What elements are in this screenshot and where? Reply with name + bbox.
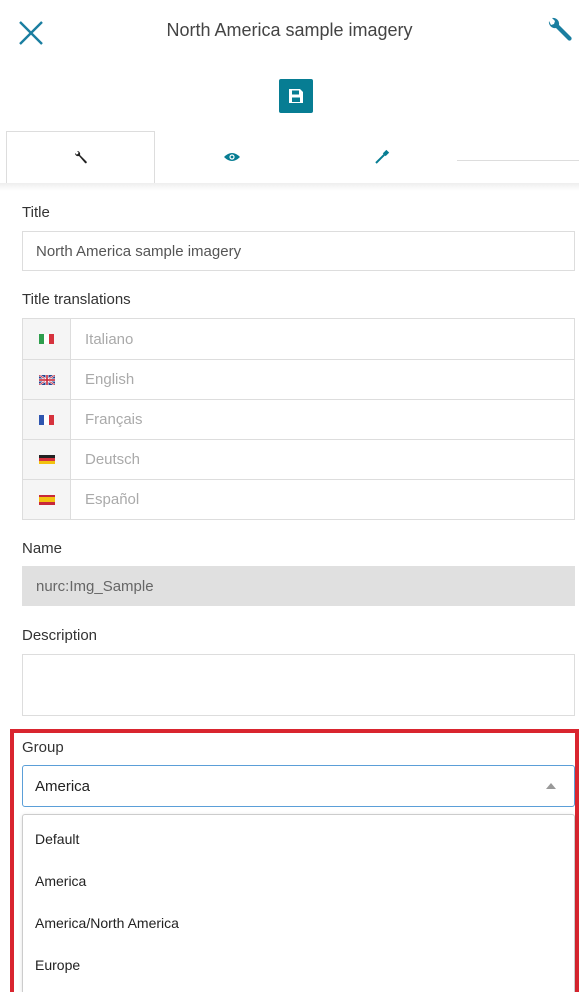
spain-flag-icon [38, 494, 55, 505]
description-textarea[interactable] [22, 654, 575, 716]
group-option-default[interactable]: Default [23, 818, 574, 860]
translation-row-english: English [23, 359, 574, 399]
settings-button[interactable] [541, 12, 577, 48]
translation-input-spanish[interactable]: Español [71, 480, 574, 519]
group-select[interactable]: America [22, 765, 575, 807]
germany-flag-icon [38, 454, 55, 465]
group-option-europe[interactable]: Europe [23, 944, 574, 986]
name-field: nurc:Img_Sample [22, 566, 575, 606]
name-label: Name [22, 540, 63, 557]
group-option-america-north-america[interactable]: America/North America [23, 902, 574, 944]
description-label: Description [22, 627, 98, 644]
group-select-value: America [35, 777, 91, 795]
tab-style[interactable] [307, 131, 457, 183]
floppy-disk-icon [289, 89, 303, 103]
chevron-up-icon [546, 783, 556, 789]
group-option-america[interactable]: America [23, 860, 574, 902]
translation-input-german[interactable]: Deutsch [71, 440, 574, 479]
translation-input-french[interactable]: Français [71, 400, 574, 439]
settings-tabs [0, 131, 579, 183]
translation-input-italian[interactable]: Italiano [71, 319, 574, 359]
group-dropdown-menu: Default America America/North America Eu… [22, 814, 575, 992]
save-button[interactable] [279, 79, 313, 113]
group-label: Group [22, 739, 64, 756]
translation-row-spanish: Español [23, 479, 574, 519]
translation-row-german: Deutsch [23, 439, 574, 479]
tabs-shadow [0, 183, 579, 191]
uk-flag-icon [38, 374, 55, 385]
page-title: North America sample imagery [166, 20, 413, 40]
tab-general[interactable] [6, 131, 155, 183]
france-flag-icon [38, 414, 55, 425]
italy-flag-icon [38, 334, 55, 344]
tab-display[interactable] [157, 131, 307, 183]
eyedropper-icon [375, 149, 390, 164]
eye-icon [224, 153, 240, 161]
title-label: Title [22, 204, 50, 221]
translation-input-english[interactable]: English [71, 360, 574, 399]
translation-row-french: Français [23, 399, 574, 439]
title-translations: Italiano English Français Deutsch Españo… [22, 318, 575, 520]
wrench-icon [74, 150, 87, 163]
wrench-icon [548, 17, 572, 41]
tabs-divider [457, 160, 579, 161]
title-input[interactable]: North America sample imagery [22, 231, 575, 271]
title-translations-label: Title translations [22, 291, 131, 308]
header: North America sample imagery [0, 0, 579, 70]
translation-row-italian: Italiano [23, 319, 574, 359]
